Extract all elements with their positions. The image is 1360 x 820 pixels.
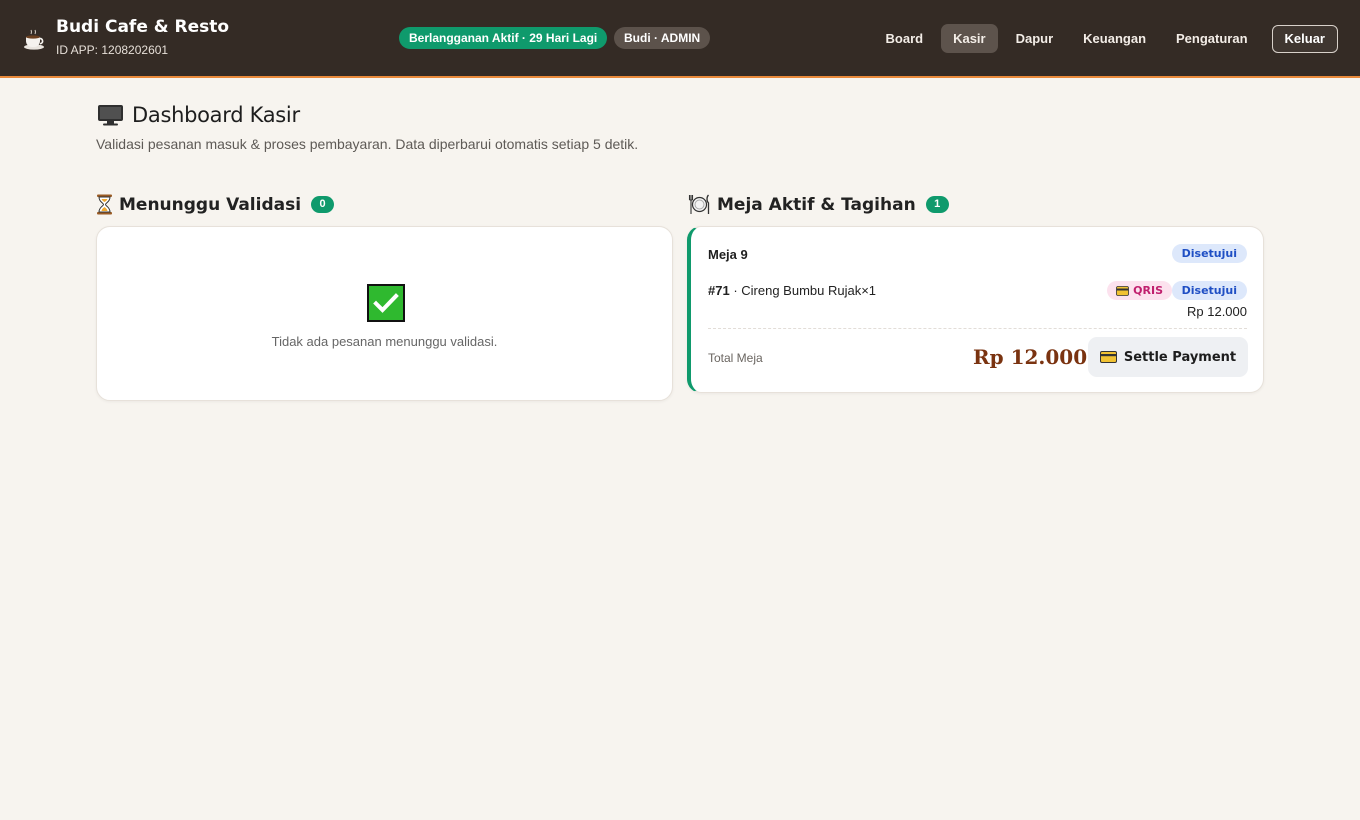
active-tables-count-badge: 1 <box>925 196 949 213</box>
pending-empty-text: Tidak ada pesanan menunggu validasi. <box>271 334 498 349</box>
divider <box>708 328 1247 329</box>
top-bar: Budi Cafe & Resto ID APP: 1208202601 Ber… <box>0 0 1360 78</box>
settle-payment-label: Settle Payment <box>1123 349 1237 365</box>
table-bill-card: Meja 9 Disetujui #71 · Cireng Bumbu Ruja… <box>687 226 1264 393</box>
main-nav: Board Kasir Dapur Keuangan Pengaturan Ke… <box>874 24 1338 53</box>
page-title: Dashboard Kasir <box>97 103 300 127</box>
pending-count-badge: 0 <box>311 196 335 213</box>
nav-keuangan[interactable]: Keuangan <box>1071 24 1158 53</box>
page-subtitle: Validasi pesanan masuk & proses pembayar… <box>96 136 639 152</box>
pending-title: Menunggu Validasi <box>119 194 302 215</box>
active-tables-title: Meja Aktif & Tagihan <box>717 194 916 215</box>
pending-orders-panel: Tidak ada pesanan menunggu validasi. <box>96 226 673 401</box>
total-value: Rp 12.000 <box>973 345 1088 369</box>
plate-cutlery-icon <box>688 194 710 214</box>
check-mark-icon <box>367 284 405 322</box>
order-items: · Cireng Bumbu Rujak×1 <box>729 283 877 298</box>
pending-section-header: Menunggu Validasi 0 <box>96 194 335 215</box>
credit-card-icon <box>1099 351 1117 363</box>
monitor-icon <box>98 105 123 126</box>
order-status-badge: Disetujui <box>1171 281 1247 300</box>
app-name: Budi Cafe & Resto <box>56 17 230 37</box>
page-heading: Dashboard Kasir <box>132 103 300 127</box>
order-line: #71 · Cireng Bumbu Rujak×1 <box>708 283 876 298</box>
active-tables-section-header: Meja Aktif & Tagihan 1 <box>688 194 949 215</box>
coffee-cup-icon <box>24 29 44 50</box>
settle-payment-button[interactable]: Settle Payment <box>1088 337 1248 377</box>
brand: Budi Cafe & Resto ID APP: 1208202601 <box>22 16 229 57</box>
nav-dapur[interactable]: Dapur <box>1004 24 1066 53</box>
table-status-badge: Disetujui <box>1171 244 1247 263</box>
nav-pengaturan[interactable]: Pengaturan <box>1164 24 1260 53</box>
subscription-badge: Berlangganan Aktif · 29 Hari Lagi <box>399 27 608 49</box>
app-id: ID APP: 1208202601 <box>56 43 169 57</box>
hourglass-icon <box>97 194 112 215</box>
order-id: #71 <box>708 283 730 298</box>
payment-method-label: QRIS <box>1133 284 1163 297</box>
table-name: Meja 9 <box>708 247 748 262</box>
logout-button[interactable]: Keluar <box>1271 24 1338 53</box>
user-badge: Budi · ADMIN <box>614 27 711 49</box>
order-price: Rp 12.000 <box>1187 304 1247 319</box>
credit-card-icon <box>1116 285 1130 296</box>
nav-kasir[interactable]: Kasir <box>941 24 998 53</box>
total-label: Total Meja <box>708 351 763 365</box>
nav-board[interactable]: Board <box>874 24 936 53</box>
payment-method-badge: QRIS <box>1107 281 1172 300</box>
